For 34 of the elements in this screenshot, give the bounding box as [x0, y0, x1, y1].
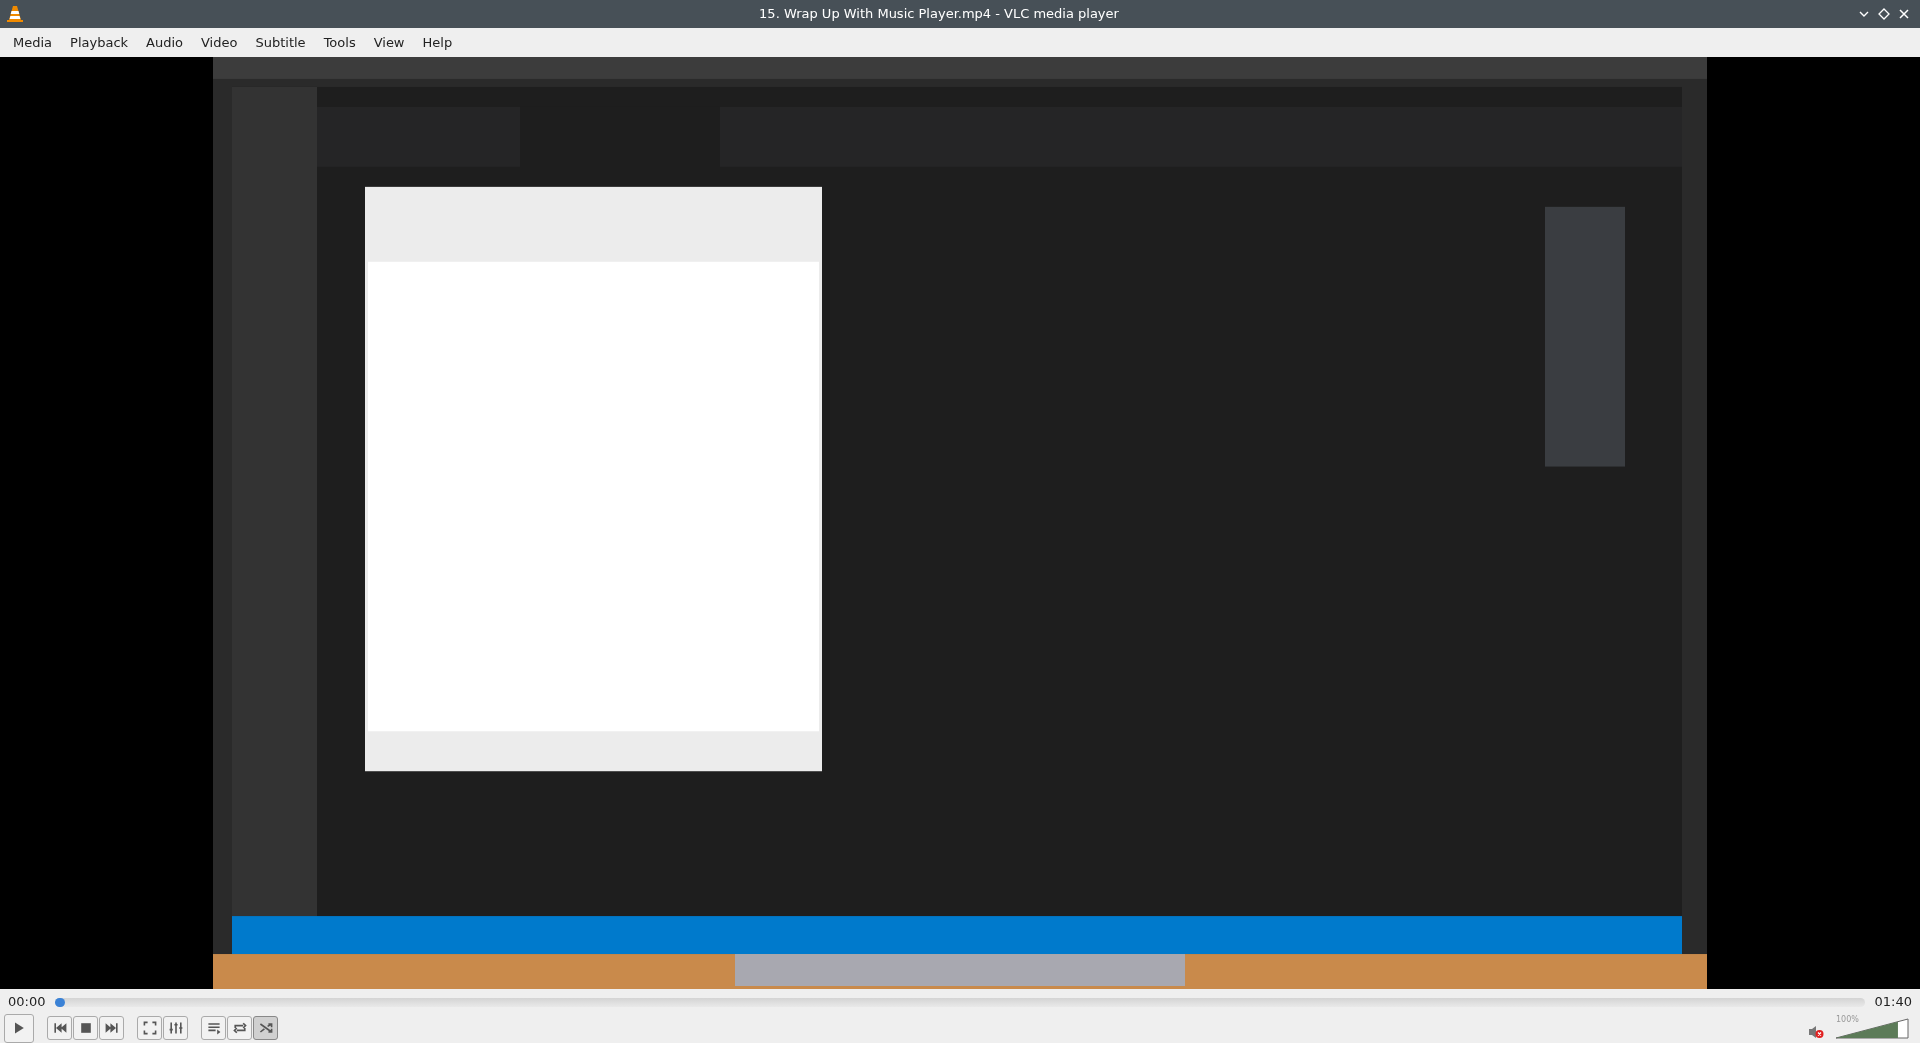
- seek-slider[interactable]: [55, 997, 1865, 1007]
- menu-item[interactable]: Video: [192, 30, 247, 55]
- equalizer-icon: [167, 1020, 184, 1036]
- diamond-icon: [1878, 8, 1890, 20]
- menu-item[interactable]: Media: [4, 30, 62, 55]
- next-icon: [103, 1020, 120, 1036]
- fullscreen-icon: [141, 1020, 158, 1036]
- extended-button[interactable]: [163, 1016, 188, 1040]
- shuffle-button[interactable]: [253, 1016, 278, 1040]
- playlist-icon: [205, 1020, 222, 1036]
- elapsed-time: 00:00: [8, 993, 46, 1012]
- menu-item[interactable]: Subtitle: [246, 30, 315, 55]
- stop-button[interactable]: [73, 1016, 98, 1040]
- fullscreen-button[interactable]: [137, 1016, 162, 1040]
- close-icon: [1898, 8, 1910, 20]
- menu-item[interactable]: Playback: [61, 30, 138, 55]
- cone-logo-icon: [6, 5, 24, 23]
- window-title: 15. Wrap Up With Music Player.mp4 - VLC media player: [758, 5, 1120, 24]
- shuffle-icon: [257, 1020, 274, 1036]
- next-button[interactable]: [99, 1016, 124, 1040]
- play-button[interactable]: [4, 1013, 34, 1043]
- menu-item[interactable]: Help: [413, 30, 462, 55]
- volume-reading: 100%: [1836, 1014, 1859, 1026]
- menu-item[interactable]: Audio: [137, 30, 192, 55]
- total-time: 01:40: [1874, 993, 1912, 1012]
- playlist-button[interactable]: [201, 1016, 226, 1040]
- menu-item[interactable]: Tools: [314, 30, 365, 55]
- loop-button[interactable]: [227, 1016, 252, 1040]
- menu-item[interactable]: View: [364, 30, 414, 55]
- speaker-icon: [1808, 1025, 1824, 1039]
- loop-icon: [231, 1020, 248, 1036]
- volume-slider[interactable]: [1834, 1017, 1910, 1039]
- previous-button[interactable]: [47, 1016, 72, 1040]
- previous-icon: [51, 1020, 68, 1036]
